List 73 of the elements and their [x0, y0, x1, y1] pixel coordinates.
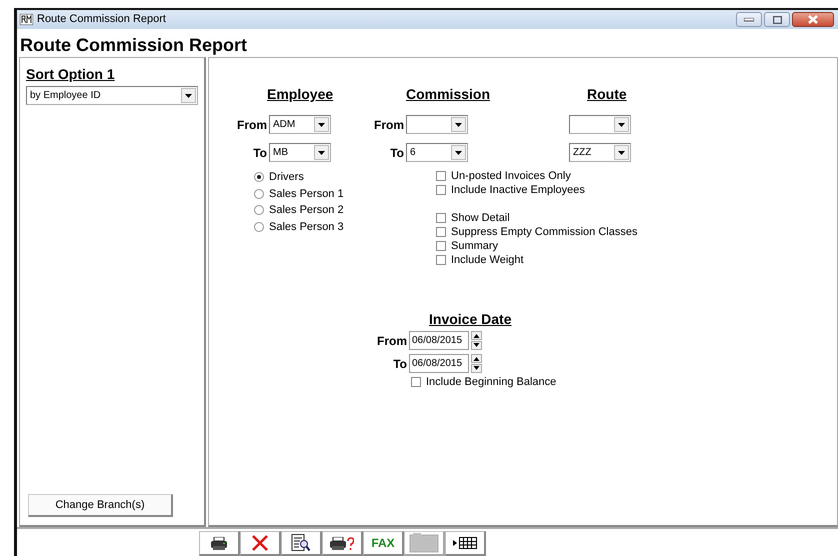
employee-to-dropdown[interactable]: MB: [269, 143, 331, 162]
checkbox[interactable]: [436, 255, 446, 265]
date-from-field[interactable]: 06/08/2015: [409, 331, 469, 350]
spinner-icon[interactable]: [471, 331, 482, 350]
print-button[interactable]: [199, 531, 240, 556]
employee-from-dropdown[interactable]: ADM: [269, 115, 331, 134]
radio-label[interactable]: Sales Person 3: [269, 218, 344, 235]
date-to-field[interactable]: 06/08/2015: [409, 354, 469, 373]
radio-button[interactable]: [254, 172, 264, 182]
commission-from-dropdown[interactable]: [406, 115, 468, 134]
employee-heading: Employee: [267, 85, 334, 104]
folder-icon: [409, 533, 439, 553]
checkbox-label[interactable]: Include Weight: [451, 252, 524, 268]
minimize-icon: [744, 18, 754, 22]
spinner-icon[interactable]: [471, 354, 482, 373]
radio-button[interactable]: [254, 222, 264, 232]
caret-icon: [318, 122, 325, 126]
maximize-icon: [772, 16, 782, 24]
date-from-label: From: [376, 332, 407, 350]
maximize-button[interactable]: [764, 12, 790, 27]
route-heading: Route: [587, 85, 627, 104]
radio-label[interactable]: Sales Person 2: [269, 202, 344, 218]
radio-button[interactable]: [254, 188, 264, 199]
radio-label[interactable]: Drivers: [269, 169, 304, 186]
checkbox[interactable]: [436, 227, 446, 237]
commission-heading: Commission: [406, 85, 490, 104]
checkbox-label[interactable]: Un-posted Invoices Only: [451, 168, 571, 184]
checkbox[interactable]: [436, 171, 446, 181]
checkbox-label[interactable]: Suppress Empty Commission Classes: [451, 224, 638, 240]
caret-icon: [455, 150, 462, 154]
route-to-dropdown[interactable]: ZZZ: [569, 143, 631, 162]
report-title: Route Commission Report: [19, 34, 248, 57]
radio-button[interactable]: [254, 205, 264, 216]
cancel-button[interactable]: [240, 531, 281, 556]
fax-button[interactable]: FAX: [363, 531, 404, 556]
print-question-icon: [330, 536, 354, 550]
grid-button[interactable]: [445, 531, 486, 556]
checkbox-label[interactable]: Show Detail: [451, 210, 510, 226]
employee-from-label: From: [236, 116, 267, 134]
caret-icon: [318, 150, 325, 154]
date-to-label: To: [392, 356, 407, 372]
close-icon: [808, 15, 818, 24]
commission-to-dropdown[interactable]: 6: [406, 143, 468, 162]
invoice-date-heading: Invoice Date: [429, 311, 512, 327]
caret-icon: [618, 150, 625, 154]
minimize-button[interactable]: [736, 12, 762, 27]
checkbox[interactable]: [411, 377, 421, 387]
print-icon: [211, 536, 227, 550]
close-icon: [252, 535, 268, 551]
caret-icon: [185, 94, 192, 98]
checkbox-label[interactable]: Summary: [451, 238, 498, 254]
window-title: Route Commission Report: [37, 12, 166, 28]
document-magnifier-icon: [291, 534, 311, 552]
checkbox-label[interactable]: Include Beginning Balance: [426, 374, 556, 390]
caret-icon: [618, 122, 625, 126]
table-arrow-icon: [453, 537, 477, 549]
caret-icon: [455, 122, 462, 126]
checkbox[interactable]: [436, 241, 446, 251]
sort-option-heading: Sort Option 1: [26, 65, 116, 84]
commission-from-label: From: [374, 116, 404, 134]
app-logo-icon: [20, 14, 33, 25]
change-branch-button[interactable]: Change Branch(s): [28, 494, 173, 517]
preview-button[interactable]: [281, 531, 322, 556]
route-from-dropdown[interactable]: [569, 115, 631, 134]
checkbox-label[interactable]: Include Inactive Employees: [451, 182, 585, 198]
commission-to-label: To: [389, 144, 404, 162]
close-button[interactable]: [792, 12, 834, 27]
sort-dropdown[interactable]: by Employee ID: [26, 86, 198, 105]
employee-to-label: To: [252, 144, 267, 162]
radio-label[interactable]: Sales Person 1: [269, 186, 344, 202]
checkbox[interactable]: [436, 213, 446, 223]
print-setup-button[interactable]: [322, 531, 363, 556]
checkbox[interactable]: [436, 185, 446, 195]
